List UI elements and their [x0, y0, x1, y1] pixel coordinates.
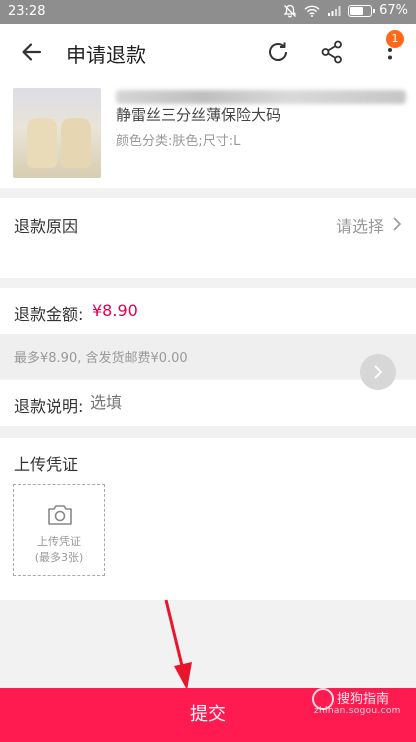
refund-reason-row[interactable]: 退款原因 请选择 [0, 198, 416, 278]
blurred-product-title [116, 90, 406, 104]
chevron-right-icon [374, 365, 383, 379]
refund-amount-value: ¥8.90 [92, 301, 138, 320]
product-sku: 颜色分类:肤色;尺寸:L [116, 134, 241, 149]
page-title: 申请退款 [66, 43, 146, 67]
product-thumbnail [13, 88, 101, 178]
wifi-icon [304, 5, 320, 17]
product-summary[interactable]: 静雷丝三分丝薄保险大码 颜色分类:肤色;尺寸:L [0, 80, 416, 188]
upload-photo-button[interactable]: 上传凭证 (最多3张) [13, 484, 105, 576]
watermark: 搜狗指南 zhinan.sogou.com [312, 686, 412, 720]
share-icon[interactable] [318, 38, 346, 66]
notification-badge: 1 [386, 30, 404, 48]
product-name: 静雷丝三分丝薄保险大码 [116, 106, 282, 124]
upload-box-label: 上传凭证 [37, 535, 81, 548]
annotation-arrow-icon [164, 599, 192, 690]
chevron-right-icon [393, 217, 402, 231]
status-time: 23:28 [8, 4, 46, 19]
refund-amount-row: 退款金额: ¥8.90 [0, 288, 416, 334]
thumb-shape [61, 118, 91, 168]
upload-evidence-section: 上传凭证 上传凭证 (最多3张) [0, 438, 416, 600]
upload-evidence-label: 上传凭证 [14, 455, 79, 474]
nav-bar: 申请退款 1 [0, 24, 416, 80]
refund-description-label: 退款说明: [14, 397, 84, 416]
battery-percent: 67% [379, 3, 408, 18]
refund-reason-select[interactable]: 请选择 [336, 213, 384, 237]
refresh-icon[interactable] [264, 38, 292, 66]
mute-bell-icon [283, 4, 297, 17]
battery-icon [348, 4, 376, 17]
upload-box-limit: (最多3张) [34, 551, 84, 564]
signal-icon [328, 5, 341, 16]
back-arrow-icon[interactable] [18, 38, 46, 66]
refund-hint-text: 最多¥8.90, 含发货邮费¥0.00 [14, 351, 188, 366]
camera-icon [48, 505, 72, 525]
refund-description-row[interactable]: 退款说明: [0, 380, 416, 426]
thumb-shape [27, 118, 57, 168]
floating-scroll-button[interactable] [360, 354, 396, 390]
refund-amount-label: 退款金额: [14, 305, 84, 324]
watermark-brand: 搜狗指南 [337, 692, 390, 707]
refund-amount-hint: 最多¥8.90, 含发货邮费¥0.00 [0, 334, 416, 378]
status-icons: 67% [283, 3, 408, 18]
refund-reason-label: 退款原因 [14, 217, 79, 236]
refund-description-input[interactable] [90, 393, 390, 412]
watermark-url: zhinan.sogou.com [314, 706, 401, 716]
status-bar: 23:28 67% [0, 0, 416, 24]
